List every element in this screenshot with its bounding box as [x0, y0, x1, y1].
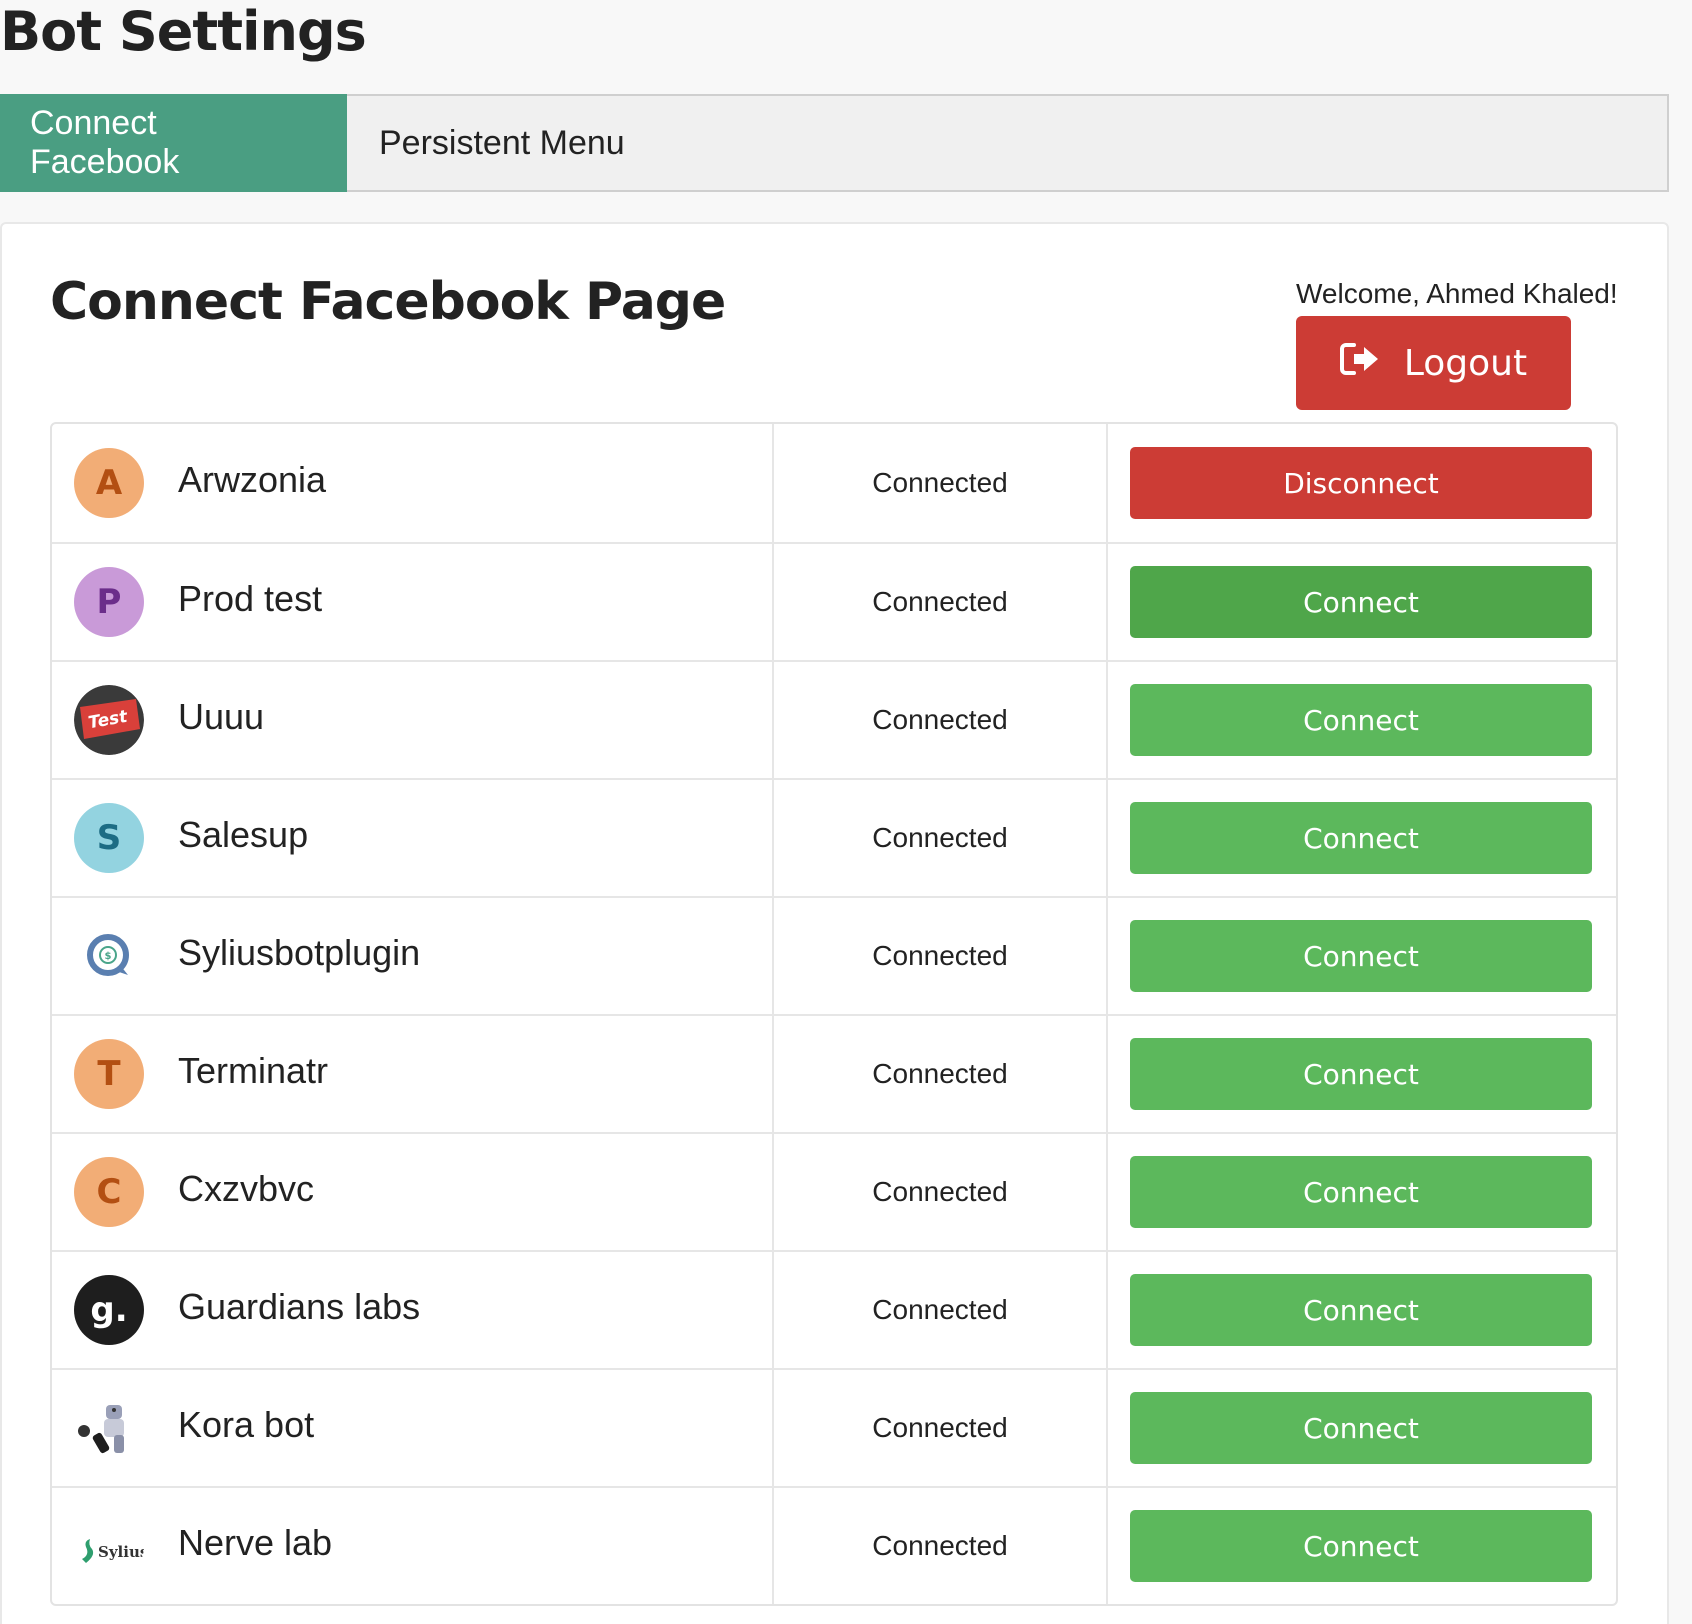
- page-cell: T Terminatr: [52, 1016, 774, 1132]
- page-name: Prod test: [178, 578, 323, 619]
- logout-label: Logout: [1403, 342, 1528, 384]
- svg-text:$: $: [105, 951, 112, 962]
- page-name: Salesup: [178, 814, 309, 855]
- action-cell: Connect: [1108, 1016, 1616, 1132]
- avatar: Test: [74, 685, 144, 755]
- app-title: Bot Settings: [0, 0, 367, 63]
- table-row: Test Uuuu Connected Connect: [52, 660, 1616, 778]
- avatar: T: [74, 1039, 144, 1109]
- page-cell: g. Guardians labs: [52, 1252, 774, 1368]
- logout-button[interactable]: Logout: [1296, 316, 1571, 410]
- page-cell: Sylius Nerve lab: [52, 1488, 774, 1604]
- action-cell: Connect: [1108, 1370, 1616, 1486]
- page-cell: Test Uuuu: [52, 662, 774, 778]
- connect-button[interactable]: Connect: [1130, 1510, 1592, 1582]
- table-row: P Prod test Connected Connect: [52, 542, 1616, 660]
- connect-button[interactable]: Connect: [1130, 1156, 1592, 1228]
- page-name: Terminatr: [178, 1050, 329, 1091]
- status-text: Connected: [774, 662, 1108, 778]
- page-cell: P Prod test: [52, 544, 774, 660]
- status-text: Connected: [774, 1370, 1108, 1486]
- connect-button[interactable]: Connect: [1130, 1274, 1592, 1346]
- action-cell: Connect: [1108, 898, 1616, 1014]
- avatar: $: [74, 921, 144, 991]
- svg-text:Sylius: Sylius: [98, 1543, 144, 1561]
- status-text: Connected: [774, 1134, 1108, 1250]
- page-name: Kora bot: [178, 1404, 315, 1445]
- action-cell: Connect: [1108, 544, 1616, 660]
- disconnect-button[interactable]: Disconnect: [1130, 447, 1592, 519]
- action-cell: Disconnect: [1108, 424, 1616, 542]
- table-row: $ Syliusbotplugin Connected Connect: [52, 896, 1616, 1014]
- page-name: Guardians labs: [178, 1286, 421, 1327]
- avatar: A: [74, 448, 144, 518]
- connect-button[interactable]: Connect: [1130, 802, 1592, 874]
- page-cell: $ Syliusbotplugin: [52, 898, 774, 1014]
- connect-button[interactable]: Connect: [1130, 920, 1592, 992]
- action-cell: Connect: [1108, 780, 1616, 896]
- table-row: C Cxzvbvc Connected Connect: [52, 1132, 1616, 1250]
- table-row: S Salesup Connected Connect: [52, 778, 1616, 896]
- status-text: Connected: [774, 898, 1108, 1014]
- status-text: Connected: [774, 1488, 1108, 1604]
- page-name: Nerve lab: [178, 1522, 333, 1563]
- page-cell: A Arwzonia: [52, 424, 774, 542]
- action-cell: Connect: [1108, 1134, 1616, 1250]
- page-name: Syliusbotplugin: [178, 932, 421, 973]
- page-cell: S Salesup: [52, 780, 774, 896]
- status-text: Connected: [774, 544, 1108, 660]
- page-name: Arwzonia: [178, 459, 327, 500]
- action-cell: Connect: [1108, 1252, 1616, 1368]
- page-cell: Kora bot: [52, 1370, 774, 1486]
- table-row: Kora bot Connected Connect: [52, 1368, 1616, 1486]
- tab-connect-facebook[interactable]: Connect Facebook: [0, 94, 347, 192]
- pages-table: A Arwzonia Connected Disconnect P Prod test Co…: [50, 422, 1618, 1606]
- table-row: T Terminatr Connected Connect: [52, 1014, 1616, 1132]
- action-cell: Connect: [1108, 662, 1616, 778]
- page-name: Cxzvbvc: [178, 1168, 315, 1209]
- tab-persistent-menu[interactable]: Persistent Menu: [347, 96, 657, 190]
- sign-out-icon: [1339, 341, 1380, 386]
- connect-button[interactable]: Connect: [1130, 1038, 1592, 1110]
- avatar: P: [74, 567, 144, 637]
- connect-button[interactable]: Connect: [1130, 684, 1592, 756]
- status-text: Connected: [774, 424, 1108, 542]
- connect-panel: Connect Facebook Page Welcome, Ahmed Kha…: [0, 222, 1669, 1624]
- avatar: g.: [74, 1275, 144, 1345]
- avatar: S: [74, 803, 144, 873]
- welcome-text: Welcome, Ahmed Khaled!: [1296, 278, 1618, 309]
- tab-bar: Connect Facebook Persistent Menu: [0, 94, 1669, 192]
- page-name: Uuuu: [178, 696, 265, 737]
- table-row: A Arwzonia Connected Disconnect: [52, 424, 1616, 542]
- table-row: g. Guardians labs Connected Connect: [52, 1250, 1616, 1368]
- connect-button[interactable]: Connect: [1130, 566, 1592, 638]
- avatar: Sylius: [74, 1511, 144, 1581]
- status-text: Connected: [774, 780, 1108, 896]
- action-cell: Connect: [1108, 1488, 1616, 1604]
- page-cell: C Cxzvbvc: [52, 1134, 774, 1250]
- connect-button[interactable]: Connect: [1130, 1392, 1592, 1464]
- table-row: Sylius Nerve lab Connected Connect: [52, 1486, 1616, 1604]
- status-text: Connected: [774, 1252, 1108, 1368]
- avatar: [74, 1393, 144, 1463]
- status-text: Connected: [774, 1016, 1108, 1132]
- page-title: Connect Facebook Page: [50, 272, 726, 332]
- avatar: C: [74, 1157, 144, 1227]
